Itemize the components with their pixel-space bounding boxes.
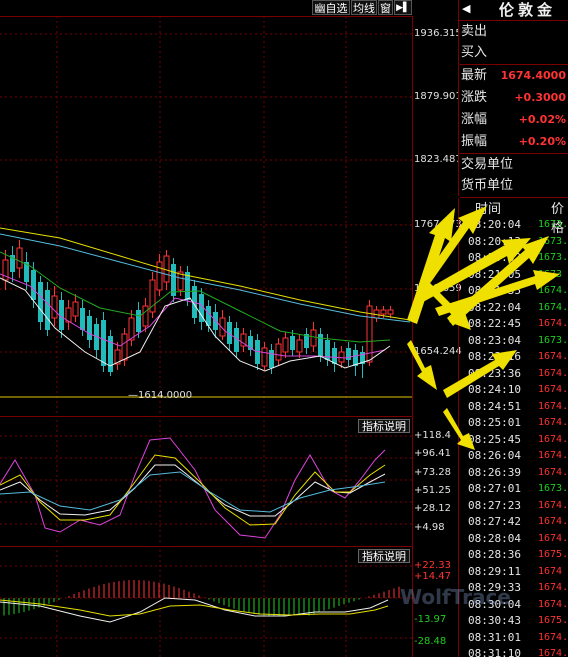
- candle-body: [282, 337, 289, 353]
- price-tick: 1879.901: [414, 91, 462, 102]
- tick-price: 1674.: [538, 631, 568, 643]
- macd-dea-line: [0, 599, 389, 617]
- tick-time: 08:30:43: [468, 614, 521, 627]
- candle-body: [80, 308, 85, 330]
- tick-time: 08:26:39: [468, 465, 521, 479]
- quote-title-bar: ◀ 伦敦金: [459, 0, 568, 21]
- trading-terminal: 幽自选 均线 窗 ▶▌ —1614.0000 1936.315 1879.901…: [0, 0, 568, 657]
- toolbar: 幽自选 均线 窗 ▶▌: [0, 0, 412, 17]
- candle-body: [380, 309, 387, 315]
- candle-body: [290, 336, 295, 350]
- candle-body: [38, 282, 43, 322]
- tick-time: 08:29:11: [468, 564, 521, 578]
- tick-price: 1674: [538, 565, 563, 577]
- candle-body: [87, 316, 92, 340]
- kdj-cyan-line: [0, 471, 386, 513]
- kdj-tick: +28.12: [414, 503, 452, 514]
- tick-time: 08:28:36: [468, 548, 521, 561]
- tick-time: 08:27:01: [468, 482, 521, 495]
- tick-price: 1674.: [538, 450, 568, 461]
- candle-body: [45, 290, 50, 330]
- tick-price: 1674.: [538, 499, 568, 511]
- annotation-arrows: [407, 206, 560, 450]
- kdj-tick: +4.98: [414, 522, 445, 533]
- watermark: WolfTrace: [400, 585, 511, 609]
- tick-price: 1674.: [538, 532, 568, 544]
- price-tick: 1936.315: [414, 28, 462, 39]
- candle-body: [51, 295, 58, 319]
- expand-icon[interactable]: ▶▌: [394, 0, 412, 15]
- kdj-k-line: [0, 454, 386, 526]
- tick-price: 1675.: [538, 549, 568, 560]
- low-price-label: —1614.0000: [128, 390, 193, 401]
- macd-tick: -28.48: [414, 636, 447, 647]
- tick-time: 08:28:04: [468, 531, 521, 545]
- quote-row-change-pct: 涨幅 +0.02%: [461, 112, 566, 127]
- price-tick: 1823.487: [414, 154, 462, 165]
- candle-body: [346, 348, 351, 360]
- watchlist-button[interactable]: 幽自选: [312, 0, 350, 15]
- tick-time: 08:31:01: [468, 630, 521, 644]
- candle-body: [31, 270, 36, 300]
- expand-panel-icon[interactable]: ◀: [462, 2, 470, 15]
- candle-body: [142, 305, 149, 327]
- macd-dif-line: [0, 597, 389, 623]
- moving-average-button[interactable]: 均线: [351, 0, 377, 15]
- quote-row-buy: 买入: [460, 42, 568, 65]
- candle-body: [16, 247, 23, 269]
- candle-body: [171, 264, 176, 296]
- tick-price: 1674.: [538, 466, 568, 478]
- tick-time: 08:27:42: [468, 515, 521, 528]
- quote-row-last: 最新 1674.4000: [461, 68, 566, 83]
- tick-price: 1674.: [538, 648, 568, 657]
- macd-chart: [0, 550, 412, 657]
- tick-time: 08:26:04: [468, 449, 521, 462]
- macd-panel-divider: [0, 546, 412, 547]
- instrument-title: 伦敦金: [499, 1, 557, 19]
- tick-price: 1674.: [538, 582, 568, 593]
- quote-row-trade-unit: 交易单位: [461, 157, 514, 172]
- tick-time: 08:27:23: [468, 498, 521, 512]
- candle-body: [101, 320, 106, 366]
- quote-row-sell: 卖出: [461, 24, 488, 39]
- macd-tick: +14.47: [414, 571, 452, 582]
- candle-body: [387, 309, 394, 315]
- candle-body: [310, 329, 317, 347]
- window-button[interactable]: 窗: [378, 0, 393, 15]
- candle-body: [72, 301, 79, 317]
- candle-body: [269, 350, 274, 368]
- quote-row-amplitude: 振幅 +0.20%: [460, 131, 568, 154]
- candle-body: [59, 300, 64, 330]
- candle-body: [136, 310, 141, 332]
- tick-price: 1675.: [538, 615, 568, 626]
- tick-price: 1674.4: [538, 598, 568, 610]
- kdj-tick: +73.28: [414, 467, 452, 478]
- candle-body: [296, 339, 303, 353]
- candle-body: [338, 351, 345, 363]
- quote-row-change: 涨跌 +0.3000: [461, 90, 566, 105]
- candle-body: [121, 333, 128, 361]
- kdj-tick: +51.25: [414, 485, 452, 496]
- candle-body: [261, 347, 268, 367]
- kdj-panel-divider: [0, 416, 412, 417]
- kdj-chart: [0, 420, 412, 545]
- macd-tick: -13.97: [414, 614, 447, 625]
- tick-price: 1673.9: [538, 483, 568, 494]
- price-chart[interactable]: [0, 16, 412, 416]
- tick-price: 1674.: [538, 516, 568, 527]
- tick-time: 08:31:10: [468, 647, 521, 657]
- candle-body: [275, 343, 282, 361]
- candle-body: [156, 261, 163, 291]
